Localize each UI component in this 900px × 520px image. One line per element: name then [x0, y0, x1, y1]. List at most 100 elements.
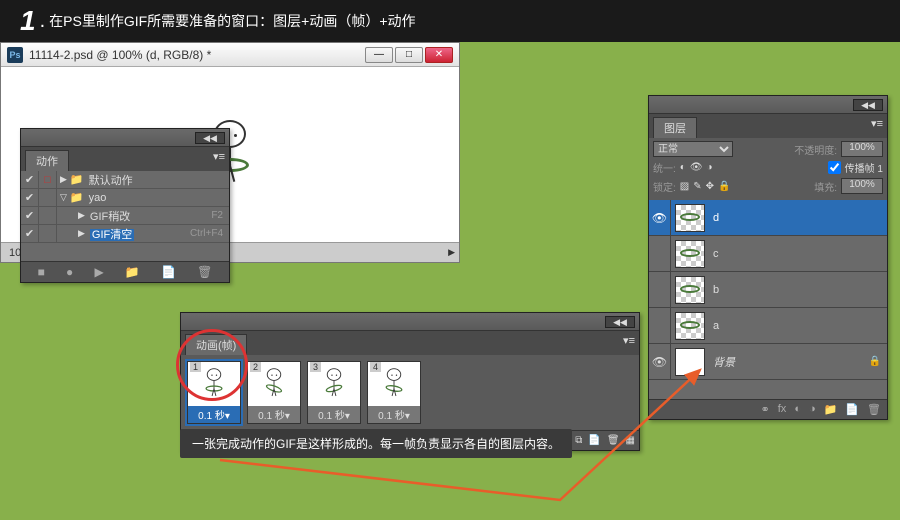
layer-row[interactable]: c: [649, 236, 887, 272]
opacity-label: 不透明度:: [794, 142, 837, 157]
step-number: 1: [20, 5, 36, 37]
layers-panel-header[interactable]: ◀◀: [649, 96, 887, 114]
toggle-check-icon[interactable]: ✔: [21, 171, 39, 188]
toggle-check-icon[interactable]: ✔: [21, 225, 39, 242]
panel-menu-icon[interactable]: ▾≡: [213, 150, 225, 171]
photoshop-icon: Ps: [7, 47, 23, 63]
dialog-toggle-icon[interactable]: □: [39, 171, 57, 188]
trash-icon[interactable]: 🗑: [867, 403, 881, 416]
tab-layers[interactable]: 图层: [653, 117, 697, 138]
layer-row[interactable]: a: [649, 308, 887, 344]
tutorial-caption: 一张完成动作的GIF是这样形成的。每一帧负责显示各自的图层内容。: [180, 429, 572, 458]
layer-thumbnail[interactable]: [675, 276, 705, 304]
expand-icon[interactable]: ▶: [78, 228, 85, 239]
frame-delay[interactable]: 0.1 秒▾: [308, 406, 360, 423]
folder-icon: 📁: [70, 191, 84, 204]
visibility-toggle-icon[interactable]: [649, 236, 671, 271]
tab-actions[interactable]: 动作: [25, 150, 69, 171]
collapse-icon[interactable]: ◀◀: [195, 132, 225, 144]
actions-panel: ◀◀ 动作 ▾≡ ✔□ ▶ 📁 默认动作 ✔ ▽ 📁 yao ✔ ▶ GIF稍改…: [20, 128, 230, 283]
panel-menu-icon[interactable]: ▾≡: [623, 334, 635, 355]
unify-style-icon[interactable]: ◑: [707, 162, 713, 173]
new-frame-icon[interactable]: 📄: [588, 435, 600, 446]
frame-delay[interactable]: 0.1 秒▾: [188, 406, 240, 423]
actions-toolbar: ■ ● ▶ 📁 📄 🗑: [21, 261, 229, 282]
trash-icon[interactable]: 🗑: [607, 435, 620, 446]
layer-thumbnail[interactable]: [675, 240, 705, 268]
lock-position-icon[interactable]: ✥: [706, 181, 714, 192]
frame[interactable]: 2 0.1 秒▾: [247, 361, 301, 424]
frame[interactable]: 1 0.1 秒▾: [187, 361, 241, 424]
toggle-check-icon[interactable]: ✔: [21, 207, 39, 224]
tween-icon[interactable]: ⧉: [575, 435, 582, 446]
document-titlebar[interactable]: Ps 11114-2.psd @ 100% (d, RGB/8) * — □ ✕: [1, 43, 459, 67]
link-icon[interactable]: ⚭: [761, 403, 770, 416]
maximize-button[interactable]: □: [395, 47, 423, 63]
expand-icon[interactable]: ▶: [78, 210, 85, 221]
visibility-toggle-icon[interactable]: 👁: [649, 344, 671, 379]
unify-visibility-icon[interactable]: 👁: [690, 162, 703, 173]
lock-icon: 🔒: [869, 356, 887, 367]
layer-thumbnail[interactable]: [675, 348, 705, 376]
tab-animation[interactable]: 动画(帧): [185, 334, 247, 355]
new-set-icon[interactable]: 📁: [125, 265, 140, 279]
new-action-icon[interactable]: 📄: [161, 265, 176, 279]
lock-paint-icon[interactable]: ✎: [693, 181, 701, 192]
frame-delay[interactable]: 0.1 秒▾: [368, 406, 420, 423]
collapse-icon[interactable]: ◀◀: [605, 316, 635, 328]
mask-icon[interactable]: ◐: [794, 403, 801, 416]
step-text: 在PS里制作GIF所需要准备的窗口：图层+动画（帧）+动作: [49, 11, 415, 31]
toggle-check-icon[interactable]: ✔: [21, 189, 39, 206]
document-title: 11114-2.psd @ 100% (d, RGB/8) *: [29, 48, 365, 62]
layer-thumbnail[interactable]: [675, 312, 705, 340]
adjustment-icon[interactable]: ◑: [809, 403, 816, 416]
layer-row[interactable]: 👁 d: [649, 200, 887, 236]
frame-delay[interactable]: 0.1 秒▾: [248, 406, 300, 423]
new-layer-icon[interactable]: 📄: [845, 403, 859, 416]
propagate-checkbox[interactable]: [828, 161, 841, 174]
layer-row[interactable]: 👁 背景 🔒: [649, 344, 887, 380]
visibility-toggle-icon[interactable]: [649, 308, 671, 343]
layers-toolbar: ⚭ fx ◐ ◑ 📁 📄 🗑: [649, 399, 887, 419]
frame[interactable]: 3 0.1 秒▾: [307, 361, 361, 424]
lock-all-icon[interactable]: 🔒: [718, 181, 730, 192]
layer-controls: 正常 不透明度: 100% 统一: ◐ 👁 ◑ 传播帧 1 锁定: ▨ ✎ ✥ …: [649, 138, 887, 200]
frame[interactable]: 4 0.1 秒▾: [367, 361, 421, 424]
action-row[interactable]: ✔ ▶ GIF稍改 F2: [21, 207, 229, 225]
tutorial-header: 1 . 在PS里制作GIF所需要准备的窗口：图层+动画（帧）+动作: [0, 0, 900, 42]
timeline-toggle-icon[interactable]: ▦: [626, 435, 635, 446]
layers-panel: ◀◀ 图层 ▾≡ 正常 不透明度: 100% 统一: ◐ 👁 ◑ 传播帧 1 锁…: [648, 95, 888, 420]
fill-input[interactable]: 100%: [841, 178, 883, 194]
record-icon[interactable]: ●: [66, 265, 73, 279]
collapse-icon[interactable]: ◀◀: [853, 99, 883, 111]
layer-row[interactable]: b: [649, 272, 887, 308]
actions-panel-header[interactable]: ◀◀: [21, 129, 229, 147]
folder-icon: 📁: [70, 173, 84, 186]
unify-position-icon[interactable]: ◐: [680, 162, 686, 173]
actions-list: ✔□ ▶ 📁 默认动作 ✔ ▽ 📁 yao ✔ ▶ GIF稍改 F2 ✔ ▶ G…: [21, 171, 229, 261]
action-row[interactable]: ✔ ▶ GIF清空 Ctrl+F4: [21, 225, 229, 243]
nav-next-icon[interactable]: ▶: [444, 247, 459, 258]
minimize-button[interactable]: —: [365, 47, 393, 63]
action-row[interactable]: ✔□ ▶ 📁 默认动作: [21, 171, 229, 189]
panel-menu-icon[interactable]: ▾≡: [871, 117, 883, 138]
shortcut-label: Ctrl+F4: [190, 228, 229, 239]
blend-mode-select[interactable]: 正常: [653, 141, 733, 157]
stop-icon[interactable]: ■: [38, 265, 45, 279]
frames-row: 1 0.1 秒▾ 2 0.1 秒▾ 3 0.1 秒▾ 4 0.1 秒▾: [181, 355, 639, 430]
visibility-toggle-icon[interactable]: [649, 272, 671, 307]
visibility-toggle-icon[interactable]: 👁: [649, 200, 671, 235]
play-icon[interactable]: ▶: [94, 265, 103, 279]
group-icon[interactable]: 📁: [824, 403, 838, 416]
expand-icon[interactable]: ▶: [60, 174, 67, 185]
layer-list: 👁 d c b a 👁 背景 🔒: [649, 200, 887, 399]
trash-icon[interactable]: 🗑: [197, 265, 212, 279]
expand-icon[interactable]: ▽: [60, 192, 67, 203]
close-button[interactable]: ✕: [425, 47, 453, 63]
opacity-input[interactable]: 100%: [841, 141, 883, 157]
lock-transparency-icon[interactable]: ▨: [680, 181, 689, 192]
fx-icon[interactable]: fx: [778, 403, 787, 416]
action-row[interactable]: ✔ ▽ 📁 yao: [21, 189, 229, 207]
layer-thumbnail[interactable]: [675, 204, 705, 232]
animation-panel-header[interactable]: ◀◀: [181, 313, 639, 331]
